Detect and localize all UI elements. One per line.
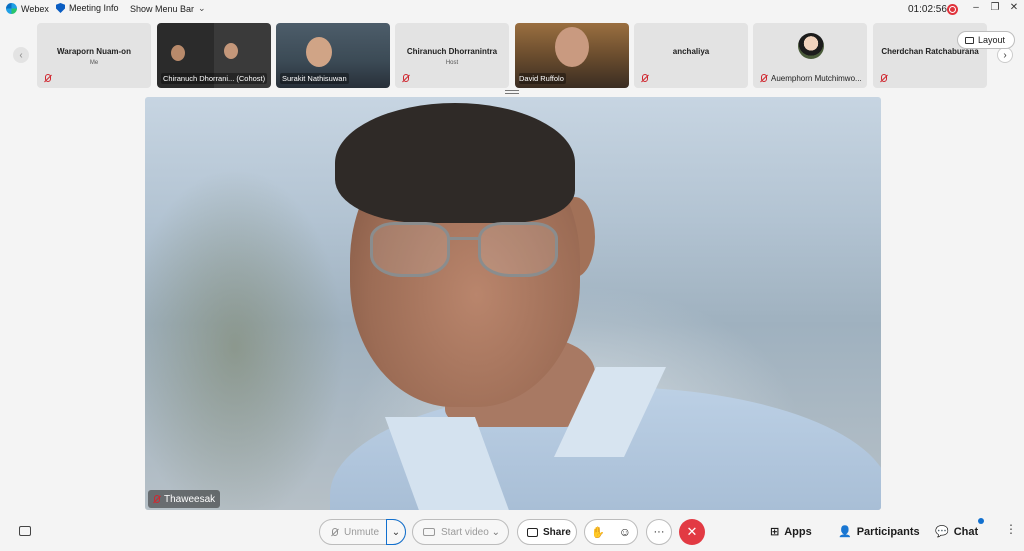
participant-tile[interactable]: Auemphorn Mutchimwo... (753, 23, 867, 88)
participant-name: anchaliya (672, 47, 710, 56)
video-off-icon (423, 528, 435, 536)
avatar (798, 33, 824, 59)
video-background (478, 222, 558, 277)
share-icon (527, 527, 538, 537)
participant-tile[interactable]: Chiranuch Dhorrani... (Cohost) (157, 23, 271, 88)
speaker-name: Thaweesak (164, 493, 216, 505)
participant-tile[interactable]: David Ruffolo (515, 23, 629, 88)
apps-label: Apps (784, 525, 812, 538)
close-window-button[interactable]: ✕ (1007, 2, 1021, 13)
share-button[interactable]: Share (517, 519, 577, 545)
raise-hand-icon[interactable]: ✋ (591, 526, 605, 539)
reactions-group: ✋ ☺ (584, 519, 638, 545)
shield-icon (56, 3, 65, 13)
layout-label: Layout (978, 35, 1006, 45)
muted-mic-icon (640, 74, 648, 83)
show-menu-bar-button[interactable]: Show Menu Bar ⌄ (130, 3, 206, 14)
chevron-down-icon[interactable]: ⌄ (492, 527, 500, 538)
video-background (370, 217, 570, 287)
participants-icon: 👤 (838, 526, 852, 538)
audio-options-chevron-icon[interactable]: ⌄ (386, 519, 406, 545)
video-feed (306, 37, 332, 67)
muted-mic-icon (879, 74, 887, 83)
participant-name: Auemphorn Mutchimwo... (771, 74, 862, 83)
participant-name: David Ruffolo (519, 73, 566, 84)
participant-tile[interactable]: Surakit Nathisuwan (276, 23, 390, 88)
meeting-info-button[interactable]: Meeting Info (56, 3, 119, 13)
apps-button[interactable]: ⊞ Apps (770, 525, 812, 539)
participant-tile[interactable]: Waraporn Nuam-on Me (37, 23, 151, 88)
participant-role: Host (445, 60, 459, 66)
muted-mic-icon (401, 74, 409, 83)
video-feed (171, 45, 185, 61)
muted-mic-icon (152, 494, 160, 504)
participant-name: Waraporn Nuam-on (57, 47, 131, 56)
active-speaker-video (145, 97, 881, 510)
chat-button[interactable]: 💬 Chat (935, 525, 979, 539)
speaker-name-tag: Thaweesak (148, 490, 221, 508)
muted-mic-icon (43, 74, 51, 83)
muted-mic-icon (759, 74, 767, 83)
recording-icon[interactable] (947, 4, 958, 15)
start-video-label: Start video (441, 526, 489, 538)
chat-notification-badge (978, 518, 984, 524)
mic-icon (330, 527, 338, 537)
overflow-menu-icon[interactable]: ⋮ (1005, 522, 1017, 536)
more-options-button[interactable]: ··· (646, 519, 672, 545)
webex-brand: Webex (6, 3, 49, 14)
strip-next-button[interactable]: › (997, 47, 1013, 63)
chevron-down-icon: ⌄ (198, 3, 206, 13)
emoji-icon[interactable]: ☺ (619, 525, 631, 539)
app-name: Webex (21, 3, 49, 14)
share-label: Share (543, 526, 571, 538)
layout-button[interactable]: Layout (957, 31, 1015, 49)
unmute-button[interactable]: Unmute ⌄ (319, 519, 406, 545)
participant-name: Chiranuch Dhorranintra (406, 47, 498, 56)
participants-label: Participants (856, 525, 920, 538)
participant-tile[interactable]: Chiranuch Dhorranintra Host (395, 23, 509, 88)
start-video-button[interactable]: Start video ⌄ (412, 519, 509, 545)
participant-strip: Waraporn Nuam-on Me Chiranuch Dhorrani..… (37, 23, 989, 88)
title-bar: Webex Meeting Info Show Menu Bar ⌄ 01:02… (0, 0, 1024, 20)
show-menu-bar-label: Show Menu Bar (130, 3, 195, 14)
video-background (335, 103, 575, 223)
video-feed (555, 27, 589, 67)
video-background (450, 237, 480, 240)
meeting-info-label: Meeting Info (69, 3, 119, 13)
end-call-button[interactable]: ✕ (679, 519, 705, 545)
participants-button[interactable]: 👤 Participants (838, 525, 920, 539)
restore-button[interactable]: ❐ (988, 2, 1002, 13)
meeting-timer: 01:02:56 (908, 4, 947, 15)
video-feed (224, 43, 238, 59)
participant-role: Me (89, 60, 99, 66)
chat-icon: 💬 (935, 526, 949, 538)
captions-icon[interactable] (19, 526, 31, 536)
resize-handle[interactable] (505, 90, 519, 94)
video-background (370, 222, 450, 277)
participant-name: Chiranuch Dhorrani... (Cohost) (161, 73, 268, 84)
unmute-label: Unmute (344, 526, 380, 538)
participant-name: Surakit Nathisuwan (280, 73, 349, 84)
apps-icon: ⊞ (770, 526, 780, 538)
video-background (145, 167, 345, 510)
strip-prev-button[interactable]: ‹ (13, 47, 29, 63)
layout-icon (965, 36, 974, 44)
webex-logo-icon (6, 3, 17, 14)
participant-tile[interactable]: anchaliya (634, 23, 748, 88)
minimize-button[interactable]: – (969, 2, 983, 13)
chat-label: Chat (953, 525, 979, 538)
